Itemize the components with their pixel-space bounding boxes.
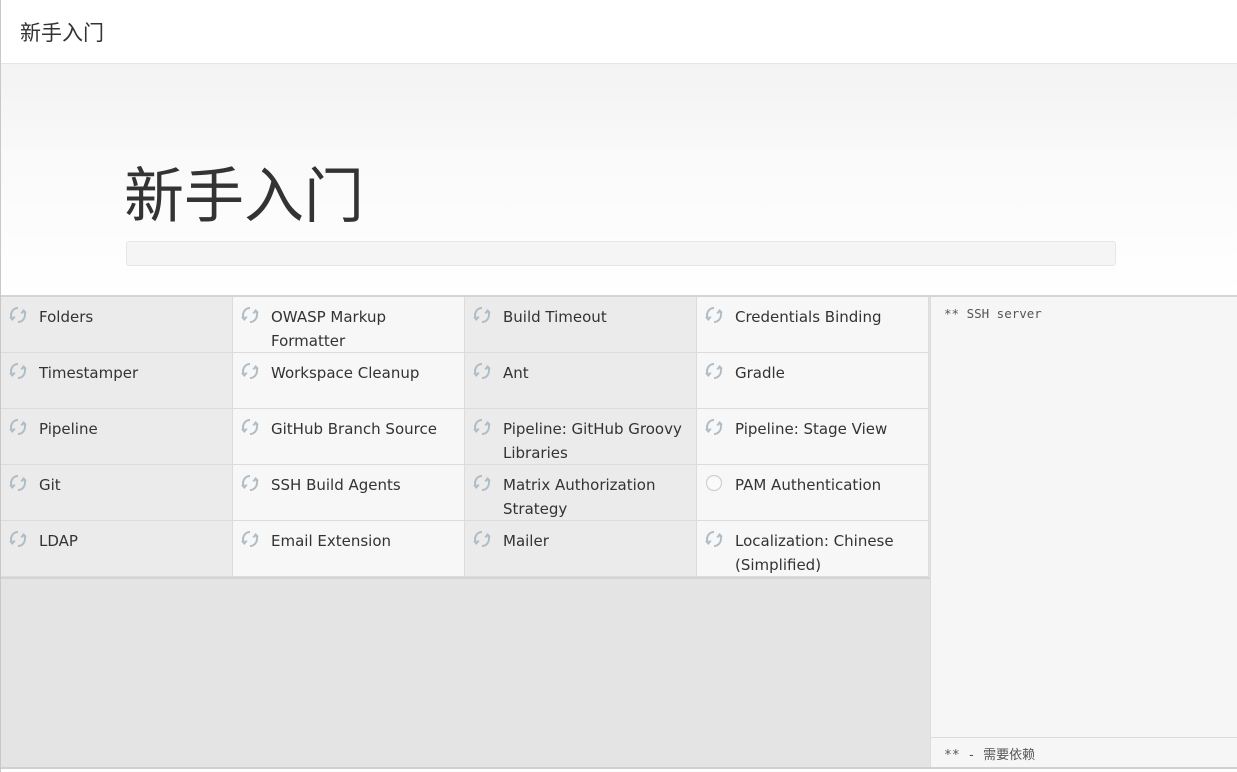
top-bar: 新手入门 — [1, 0, 1237, 64]
plugin-item: Workspace Cleanup — [233, 353, 465, 409]
plugin-item: GitHub Branch Source — [233, 409, 465, 465]
plugin-name: Mailer — [503, 532, 549, 550]
refresh-icon — [240, 473, 260, 493]
plugin-name: Pipeline — [39, 420, 98, 438]
hero-banner: 新手入门 — [1, 64, 1237, 297]
refresh-icon — [240, 417, 260, 437]
plugin-name: OWASP Markup Formatter — [271, 308, 386, 350]
plugin-list-area[interactable]: Folders OWASP Markup Formatter Build Timeo… — [1, 297, 930, 767]
plugin-name: SSH Build Agents — [271, 476, 401, 494]
install-progress-bar — [126, 241, 1116, 266]
plugin-item: Pipeline: Stage View — [697, 409, 929, 465]
refresh-icon — [472, 529, 492, 549]
plugin-name: Email Extension — [271, 532, 392, 550]
plugin-name: Workspace Cleanup — [271, 364, 420, 382]
install-log-text: ** SSH server — [944, 306, 1042, 321]
plugin-item: Mailer — [465, 521, 697, 577]
plugin-item: Build Timeout — [465, 297, 697, 353]
plugin-item: Pipeline: GitHub Groovy Libraries — [465, 409, 697, 465]
page-title: 新手入门 — [124, 162, 364, 232]
top-bar-title: 新手入门 — [20, 21, 104, 45]
plugin-name: Folders — [39, 308, 94, 326]
refresh-icon — [240, 361, 260, 381]
plugin-name: Build Timeout — [503, 308, 607, 326]
plugin-name: PAM Authentication — [735, 476, 882, 494]
setup-wizard-window: 新手入门 新手入门 Folders OWASP Markup Formatter B… — [0, 0, 1237, 772]
plugin-item: Ant — [465, 353, 697, 409]
circle-icon — [704, 473, 724, 493]
refresh-icon — [240, 529, 260, 549]
plugin-item: Credentials Binding — [697, 297, 929, 353]
plugin-item: LDAP — [1, 521, 233, 577]
plugin-name: Git — [39, 476, 61, 494]
plugin-item: Git — [1, 465, 233, 521]
plugin-name: Pipeline: Stage View — [735, 420, 888, 438]
plugin-item: PAM Authentication — [697, 465, 929, 521]
plugin-item: OWASP Markup Formatter — [233, 297, 465, 353]
dependency-legend: ** - 需要依赖 — [944, 748, 1036, 763]
install-log-footer: ** - 需要依赖 — [931, 737, 1237, 767]
plugin-item: Email Extension — [233, 521, 465, 577]
refresh-icon — [704, 529, 724, 549]
refresh-icon — [8, 529, 28, 549]
refresh-icon — [704, 417, 724, 437]
plugin-name: Ant — [503, 364, 529, 382]
plugin-name: GitHub Branch Source — [271, 420, 437, 438]
install-content: Folders OWASP Markup Formatter Build Timeo… — [1, 297, 1237, 767]
refresh-icon — [8, 417, 28, 437]
plugin-name: Matrix Authorization Strategy — [503, 476, 656, 518]
install-log-panel[interactable]: ** SSH server ** - 需要依赖 — [930, 297, 1237, 767]
refresh-icon — [472, 417, 492, 437]
plugin-item: Folders — [1, 297, 233, 353]
plugin-grid: Folders OWASP Markup Formatter Build Timeo… — [1, 297, 930, 579]
plugin-item: SSH Build Agents — [233, 465, 465, 521]
refresh-icon — [472, 361, 492, 381]
refresh-icon — [8, 361, 28, 381]
plugin-name: Localization: Chinese (Simplified) — [735, 532, 894, 574]
plugin-item: Gradle — [697, 353, 929, 409]
refresh-icon — [8, 473, 28, 493]
plugin-item: Timestamper — [1, 353, 233, 409]
refresh-icon — [472, 473, 492, 493]
bottom-divider — [1, 767, 1237, 772]
plugin-item: Pipeline — [1, 409, 233, 465]
plugin-name: Timestamper — [39, 364, 139, 382]
plugin-item: Localization: Chinese (Simplified) — [697, 521, 929, 577]
refresh-icon — [240, 305, 260, 325]
refresh-icon — [8, 305, 28, 325]
plugin-name: Gradle — [735, 364, 785, 382]
plugin-name: Credentials Binding — [735, 308, 882, 326]
plugin-item: Matrix Authorization Strategy — [465, 465, 697, 521]
plugin-name: LDAP — [39, 532, 78, 550]
refresh-icon — [704, 361, 724, 381]
plugin-name: Pipeline: GitHub Groovy Libraries — [503, 420, 682, 462]
refresh-icon — [704, 305, 724, 325]
refresh-icon — [472, 305, 492, 325]
